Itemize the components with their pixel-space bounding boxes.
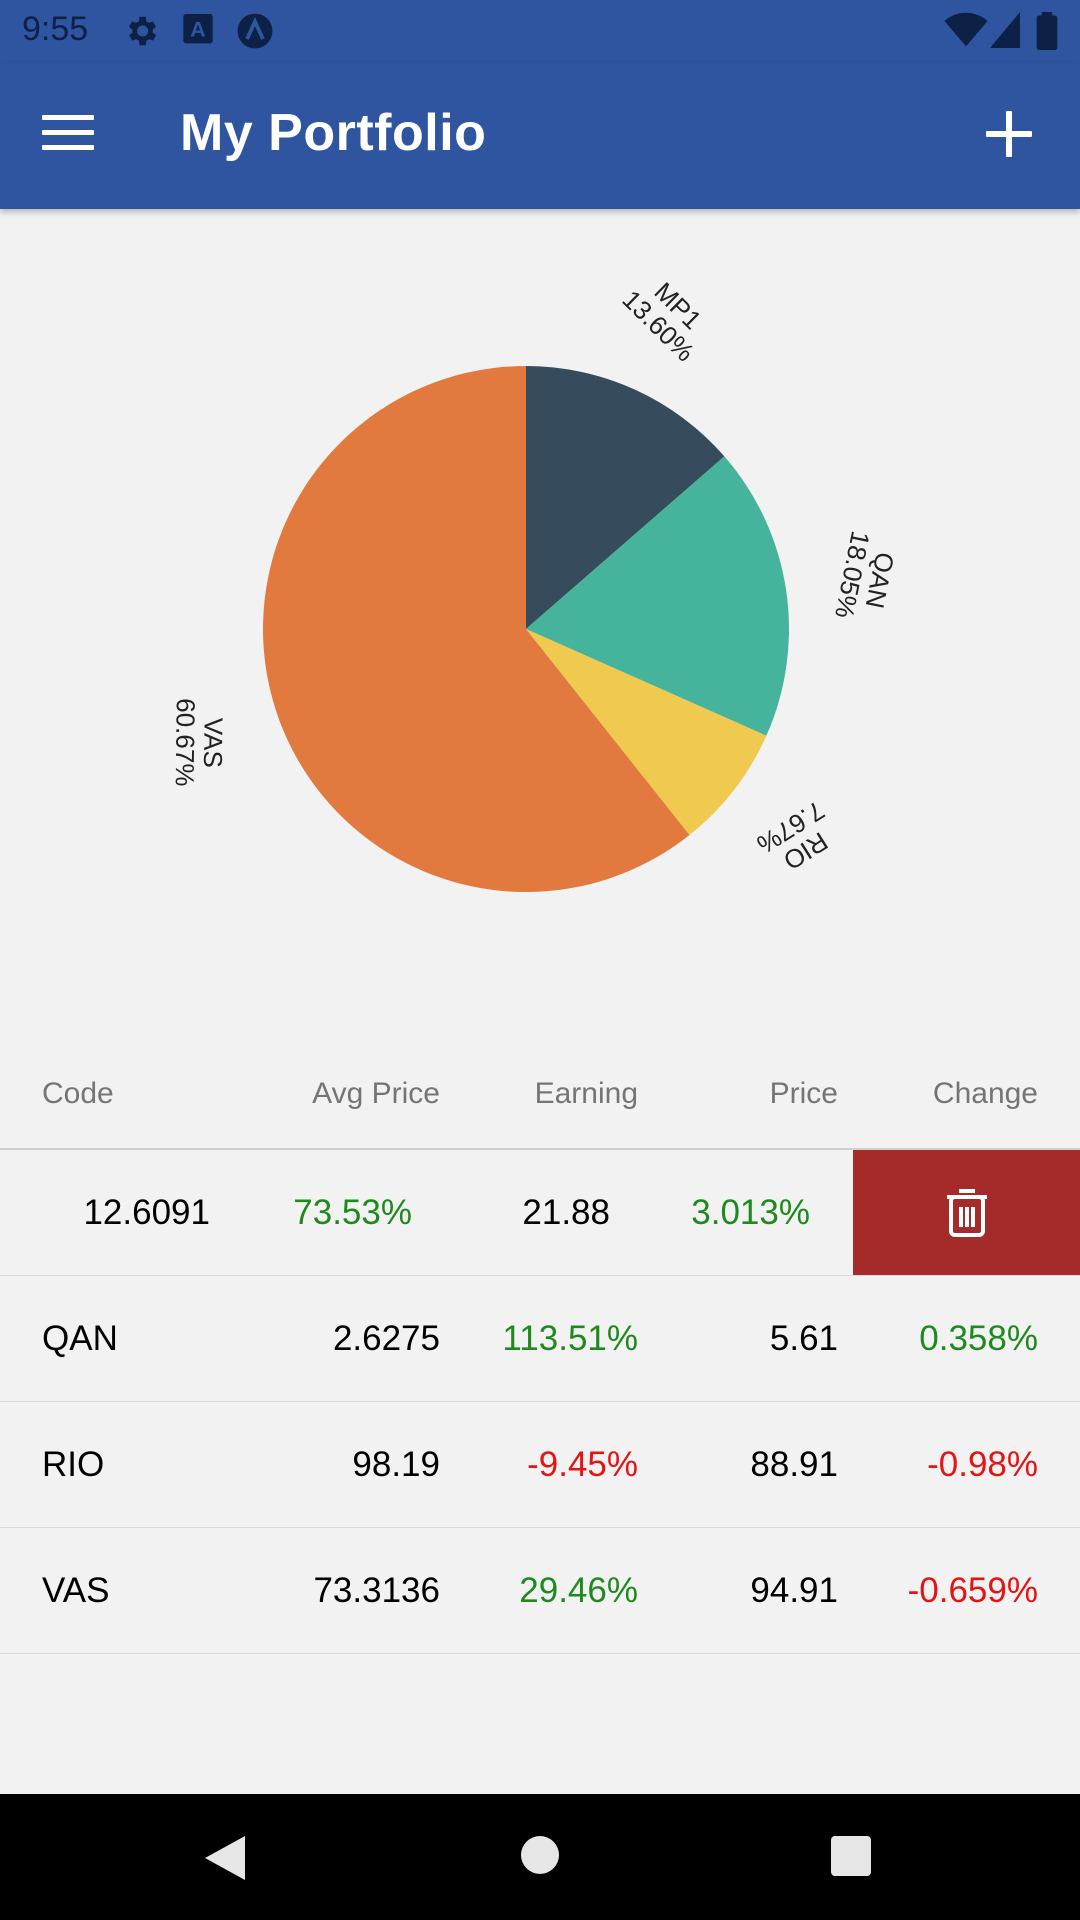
row-earning: 29.46% [519, 1570, 638, 1610]
pie-label-percent: 60.67% [170, 698, 201, 787]
table-row[interactable]: VAS 73.3136 29.46% 94.91 -0.659% [0, 1528, 1080, 1654]
header-code: Code [42, 1077, 114, 1110]
pie-chart-svg: MP113.60% QAN18.05% RIO7.67% VAS60.67% [170, 276, 900, 892]
add-icon[interactable] [986, 111, 1032, 157]
home-icon[interactable] [521, 1836, 559, 1874]
status-time: 9:55 [22, 10, 89, 48]
gear-icon [128, 16, 157, 46]
row-price: 5.61 [769, 1318, 838, 1358]
row-avg-price: 73.3136 [313, 1570, 440, 1610]
pie-label-rio: RIO7.67% [752, 795, 834, 876]
battery-icon [1036, 12, 1058, 50]
menu-icon[interactable] [42, 115, 94, 155]
pie-label-qan: QAN18.05% [829, 529, 900, 621]
row-earning: 73.53% [293, 1192, 412, 1232]
signal-icon [990, 12, 1020, 48]
app-bar: My Portfolio [0, 63, 1080, 209]
row-code: VAS [42, 1570, 110, 1610]
svg-text:A: A [190, 18, 205, 42]
pie-label-mp1: MP113.60% [616, 276, 707, 367]
row-change: -0.659% [907, 1570, 1038, 1610]
table-row[interactable]: RIO 98.19 -9.45% 88.91 -0.98% [0, 1402, 1080, 1528]
trash-icon [946, 1188, 987, 1237]
row-price: 21.88 [522, 1192, 610, 1232]
pie-label-name: VAS [198, 717, 229, 768]
row-change: -0.98% [927, 1444, 1038, 1484]
text-a-icon: A [183, 14, 213, 44]
table-row[interactable]: 12.6091 73.53% 21.88 3.013% [0, 1150, 1080, 1276]
row-code: RIO [42, 1444, 105, 1484]
row-avg-price: 98.19 [352, 1444, 440, 1484]
recents-icon[interactable] [831, 1836, 871, 1876]
system-nav-bar [0, 1794, 1080, 1920]
row-earning: -9.45% [527, 1444, 638, 1484]
header-price: Price [769, 1077, 838, 1110]
page-title: My Portfolio [180, 104, 487, 162]
row-earning: 113.51% [502, 1318, 638, 1358]
pie-label-vas: VAS60.67% [170, 698, 229, 787]
portfolio-pie-chart: MP1 13.60% QAN 18.05% RIO 7.67% VAS 60.67% [0, 209, 1080, 1029]
row-price: 94.91 [750, 1570, 838, 1610]
row-code: QAN [42, 1318, 118, 1358]
header-earning: Earning [534, 1077, 638, 1110]
header-change: Change [932, 1077, 1038, 1110]
delete-button[interactable] [853, 1150, 1080, 1275]
table-row[interactable]: QAN 2.6275 113.51% 5.61 0.358% [0, 1276, 1080, 1402]
row-change: 3.013% [691, 1192, 810, 1232]
row-change: 0.358% [919, 1318, 1038, 1358]
back-icon[interactable] [205, 1836, 245, 1880]
table-header: Code Avg Price Earning Price Change [0, 1040, 1080, 1150]
row-price: 88.91 [750, 1444, 838, 1484]
header-avg-price: Avg Price [312, 1077, 440, 1110]
row-avg-price: 2.6275 [332, 1318, 440, 1358]
wifi-icon [944, 12, 988, 47]
app-circle-icon [237, 13, 273, 49]
status-bar: 9:55 A [0, 0, 1080, 63]
row-avg-price: 12.6091 [83, 1192, 210, 1232]
